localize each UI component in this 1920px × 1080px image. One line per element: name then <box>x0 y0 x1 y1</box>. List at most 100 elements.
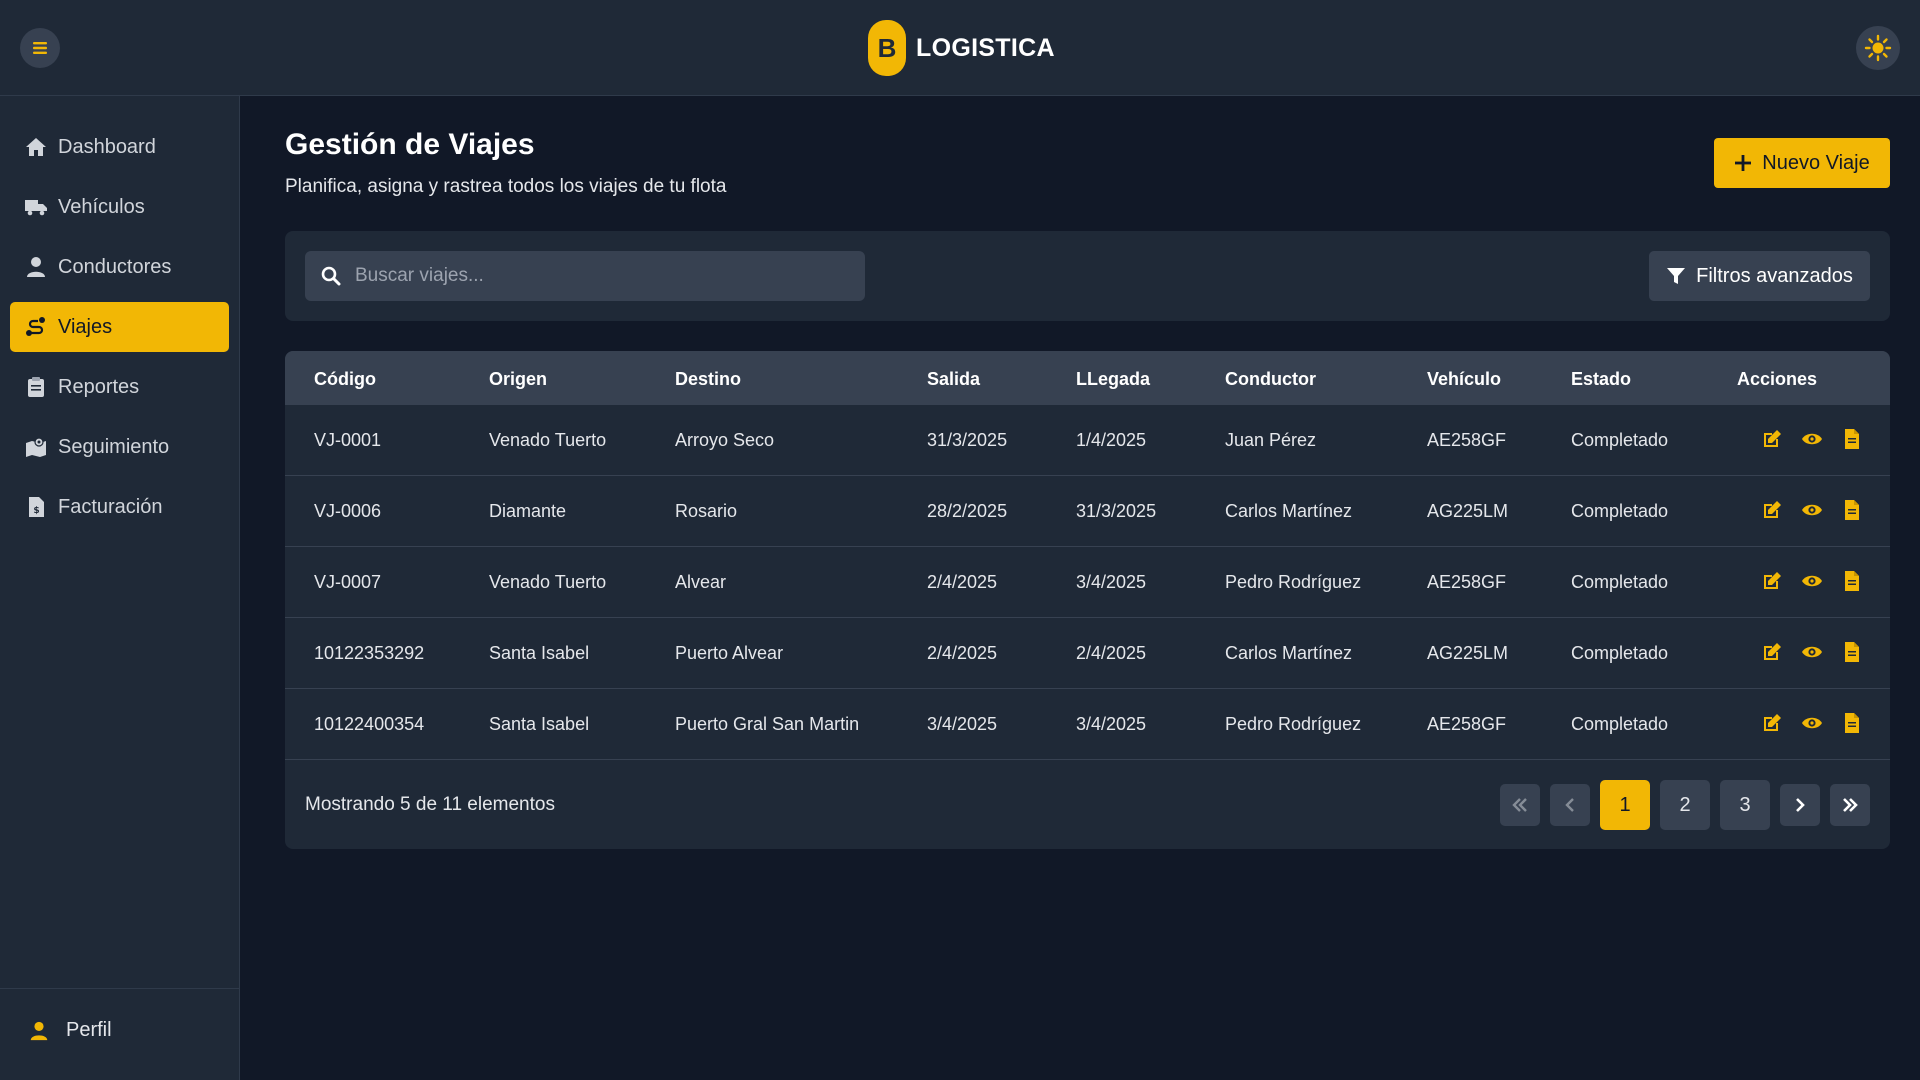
next-page-button[interactable] <box>1780 784 1820 826</box>
sidebar-item-viajes[interactable]: Viajes <box>10 302 229 352</box>
cell-vehiculo: AE258GF <box>1427 430 1507 450</box>
cell-vehiculo: AE258GF <box>1427 572 1507 592</box>
cell-destino: Puerto Alvear <box>675 643 784 663</box>
document-button[interactable] <box>1841 712 1865 736</box>
edit-button[interactable] <box>1761 428 1785 452</box>
edit-button[interactable] <box>1761 499 1785 523</box>
hamburger-icon <box>33 42 47 54</box>
cell-estado: Completado <box>1571 430 1669 450</box>
cell-salida: 3/4/2025 <box>927 714 998 734</box>
sidebar-item-reportes[interactable]: Reportes <box>10 362 229 412</box>
cell-origen: Venado Tuerto <box>489 430 607 450</box>
view-button[interactable] <box>1801 499 1825 523</box>
cell-codigo: VJ-0001 <box>314 430 382 450</box>
document-button[interactable] <box>1841 641 1865 665</box>
cell-vehiculo: AG225LM <box>1427 643 1509 663</box>
user-icon <box>27 257 45 277</box>
menu-toggle-button[interactable] <box>20 28 60 68</box>
document-button[interactable] <box>1841 428 1865 452</box>
cell-salida: 28/2/2025 <box>927 501 1008 521</box>
new-trip-label: Nuevo Viaje <box>1762 151 1870 174</box>
header-col-acciones: Acciones <box>1737 369 1818 389</box>
sidebar-item-label: Conductores <box>58 255 172 278</box>
cell-conductor: Carlos Martínez <box>1225 501 1353 521</box>
page-button-3[interactable]: 3 <box>1720 780 1770 830</box>
filter-icon <box>1667 268 1686 284</box>
table-row: VJ-0006 Diamante Rosario 28/2/2025 31/3/2025… <box>285 476 1890 547</box>
page-button-2[interactable]: 2 <box>1660 780 1710 830</box>
chevron-right-icon <box>1796 798 1805 812</box>
header-col-llegada: LLegada <box>1076 369 1151 389</box>
truck-icon <box>25 200 47 216</box>
sidebar-item-conductores[interactable]: Conductores <box>10 242 229 292</box>
document-button[interactable] <box>1841 570 1865 594</box>
cell-estado: Completado <box>1571 572 1669 592</box>
advanced-filters-button[interactable]: Filtros avanzados <box>1649 251 1870 301</box>
sidebar-item-label: Dashboard <box>58 135 156 158</box>
clipboard-icon <box>28 377 44 397</box>
table-row: 10122400354 Santa Isabel Puerto Gral San M… <box>285 689 1890 760</box>
brand-logo: B <box>868 20 906 76</box>
view-button[interactable] <box>1801 641 1825 665</box>
cell-conductor: Juan Pérez <box>1225 430 1317 450</box>
cell-llegada: 3/4/2025 <box>1076 572 1147 592</box>
edit-button[interactable] <box>1761 570 1785 594</box>
trips-table: Código Origen Destino Salida LLegada Conducto… <box>285 351 1890 849</box>
search-input[interactable] <box>355 265 835 287</box>
search-box <box>305 251 865 301</box>
edit-button[interactable] <box>1761 641 1785 665</box>
new-trip-button[interactable]: Nuevo Viaje <box>1714 138 1890 188</box>
cell-conductor: Carlos Martínez <box>1225 643 1353 663</box>
view-button[interactable] <box>1801 428 1825 452</box>
eye-icon <box>1802 646 1822 658</box>
pagination-summary: Mostrando 5 de 11 elementos <box>305 794 555 815</box>
sidebar-item-facturacion[interactable]: $ Facturación <box>10 482 229 532</box>
header-col-salida: Salida <box>927 369 981 389</box>
view-button[interactable] <box>1801 712 1825 736</box>
header-col-codigo: Código <box>314 369 376 389</box>
edit-button[interactable] <box>1761 712 1785 736</box>
cell-origen: Diamante <box>489 501 567 521</box>
document-button[interactable] <box>1841 499 1865 523</box>
page-button-1[interactable]: 1 <box>1600 780 1650 830</box>
cell-codigo: 10122353292 <box>314 643 425 663</box>
cell-codigo: VJ-0007 <box>314 572 382 592</box>
header-col-estado: Estado <box>1571 369 1632 389</box>
chevron-left-icon <box>1565 798 1574 812</box>
sidebar-item-label: Viajes <box>58 315 113 338</box>
view-button[interactable] <box>1801 570 1825 594</box>
sidebar-item-dashboard[interactable]: Dashboard <box>10 122 229 172</box>
sidebar-item-label: Facturación <box>58 495 163 518</box>
cell-vehiculo: AG225LM <box>1427 501 1509 521</box>
eye-icon <box>1802 717 1822 729</box>
sidebar-item-label: Seguimiento <box>58 435 170 458</box>
cell-origen: Santa Isabel <box>489 643 590 663</box>
cell-llegada: 3/4/2025 <box>1076 714 1147 734</box>
eye-icon <box>1802 504 1822 516</box>
cell-destino: Alvear <box>675 572 727 592</box>
plus-icon <box>1735 155 1752 171</box>
brand-name: LOGISTICA <box>916 33 1055 62</box>
file-icon <box>1845 429 1859 449</box>
sidebar-item-seguimiento[interactable]: Seguimiento <box>10 422 229 472</box>
sidebar-item-label: Vehículos <box>58 195 145 218</box>
brand[interactable]: B LOGISTICA <box>868 20 1055 76</box>
sidebar: Dashboard Vehículos Conductores Viajes R… <box>0 96 240 1080</box>
profile-label: Perfil <box>66 1019 112 1041</box>
edit-icon <box>1764 572 1781 589</box>
cell-salida: 2/4/2025 <box>927 643 998 663</box>
cell-destino: Arroyo Seco <box>675 430 775 450</box>
last-page-button[interactable] <box>1830 784 1870 826</box>
cell-conductor: Pedro Rodríguez <box>1225 714 1362 734</box>
theme-toggle-button[interactable] <box>1856 26 1900 70</box>
cell-codigo: VJ-0006 <box>314 501 382 521</box>
profile-link[interactable]: Perfil <box>28 1019 112 1042</box>
first-page-button[interactable] <box>1500 784 1540 826</box>
eye-icon <box>1802 433 1822 445</box>
prev-page-button[interactable] <box>1550 784 1590 826</box>
sun-icon <box>1864 34 1892 62</box>
header-col-destino: Destino <box>675 369 742 389</box>
cell-salida: 31/3/2025 <box>927 430 1008 450</box>
double-chevron-left-icon <box>1512 798 1527 812</box>
sidebar-item-vehiculos[interactable]: Vehículos <box>10 182 229 232</box>
